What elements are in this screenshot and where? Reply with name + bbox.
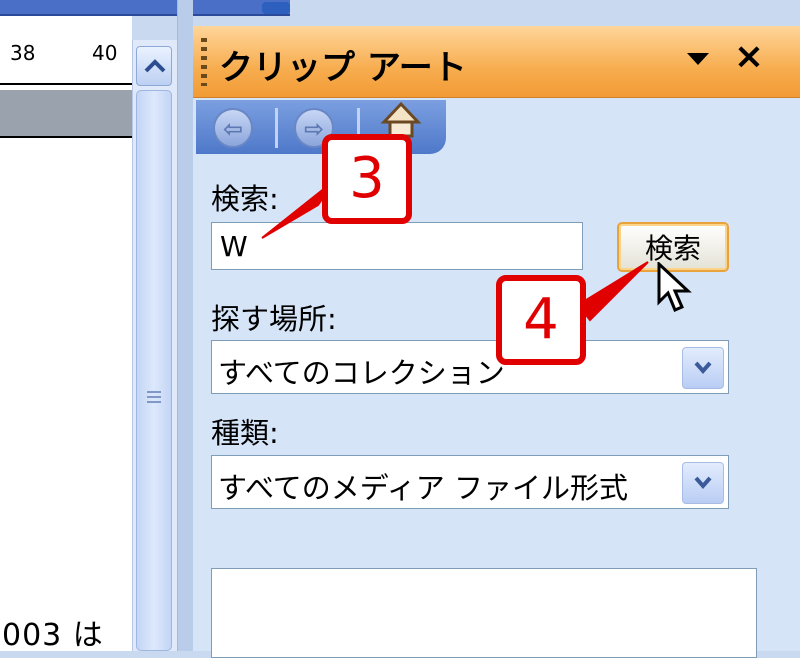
media-type-label: 種類:	[211, 416, 279, 450]
chevron-down-icon	[694, 476, 712, 490]
back-button[interactable]: ⇦	[213, 108, 253, 148]
scroll-up-button[interactable]	[136, 46, 172, 86]
scrollbar-thumb[interactable]	[136, 90, 172, 651]
chevron-down-icon	[694, 361, 712, 375]
ruler-number: 40	[92, 41, 118, 65]
ruler-margin-band	[0, 90, 132, 138]
search-location-label: 探す場所:	[211, 302, 337, 336]
media-type-value: すべてのメディア ファイル形式	[218, 471, 628, 505]
dropdown-button[interactable]	[682, 462, 724, 504]
step-callout-4: 4	[496, 275, 586, 365]
dropdown-triangle-icon[interactable]	[684, 44, 712, 72]
dropdown-button[interactable]	[682, 347, 724, 389]
results-area[interactable]	[211, 568, 757, 658]
window-top-strip	[0, 0, 290, 16]
mouse-cursor-icon	[657, 262, 692, 312]
horizontal-ruler: 38 40	[0, 27, 132, 85]
search-input[interactable]	[211, 222, 583, 270]
chevron-up-icon	[144, 59, 166, 73]
ruler-number: 38	[10, 41, 36, 65]
close-icon[interactable]: ×	[732, 39, 766, 75]
grip-icon	[147, 391, 161, 403]
search-location-value: すべてのコレクション	[218, 356, 505, 390]
document-text: 003 は	[2, 618, 104, 653]
back-arrow-icon: ⇦	[222, 115, 244, 143]
pane-splitter[interactable]	[177, 0, 193, 651]
nav-separator	[275, 108, 278, 148]
search-label: 検索:	[211, 182, 279, 216]
search-location-select[interactable]: すべてのコレクション	[211, 340, 729, 394]
step-callout-3: 3	[322, 134, 412, 224]
titlebar-grip[interactable]	[201, 38, 207, 86]
media-type-select[interactable]: すべてのメディア ファイル形式	[211, 455, 729, 509]
task-pane-title: クリップ アート	[219, 48, 467, 88]
top-strip-grip	[262, 2, 290, 14]
